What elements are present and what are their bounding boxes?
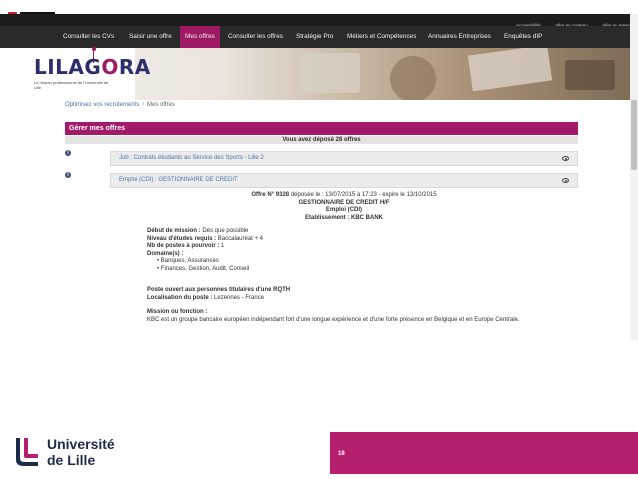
nav-item-consulter-offres[interactable]: Consulter les offres (228, 26, 283, 48)
logo-text-part: LILAG (34, 55, 102, 79)
positions-label: Nb de postes à pourvoir : (147, 243, 220, 249)
mission-text: KBC est un groupe bancaire européen indé… (147, 316, 520, 323)
browser-chrome (0, 0, 638, 14)
main-content: Optimisez vos recrutements / Mes offres Gé… (55, 100, 580, 340)
offer-title[interactable]: Job : Contrats étudiants au Service des … (119, 155, 264, 161)
offer-title-detail: GESTIONNAIRE DE CREDIT H/F (298, 199, 390, 206)
offer-contract: Emploi (CDI) (326, 207, 362, 213)
offer-detail: Offre N° 9328 déposée le : 13/07/2015 à … (110, 192, 578, 340)
start-label: Début de mission : (147, 228, 201, 234)
nav-item-annuaires[interactable]: Annuaires Entreprises (428, 26, 491, 48)
offer-detail-header: Offre N° 9328 déposée le : 13/07/2015 à … (110, 192, 578, 222)
domains-list: Banques, Assurances Finances, Gestion, A… (157, 258, 567, 273)
mission-label: Mission ou fonction : (147, 309, 208, 315)
eye-icon[interactable] (562, 156, 569, 161)
breadcrumb-link[interactable]: Optimisez vos recrutements (65, 102, 139, 108)
nav-item-enquetes[interactable]: Enquêtes dIP (504, 26, 542, 48)
level-label: Niveau d'études requis : (147, 235, 217, 242)
offer-deposit-info: déposée le : 13/07/2015 à 17:23 - expire… (290, 192, 437, 198)
university-name: Université de Lille (47, 436, 115, 468)
domain-item: Finances, Gestion, Audit, Conseil (157, 266, 567, 274)
nav-item-mes-offres[interactable]: Mes offres (180, 26, 220, 48)
page-scrollbar[interactable] (630, 14, 638, 340)
offer-number-line: Offre N° 9328 déposée le : 13/07/2015 à … (110, 192, 578, 200)
offer-detail-body: Début de mission : Dès que possible Nive… (147, 228, 567, 324)
offer-title[interactable]: Emploi (CDI) : GESTIONNAIRE DE CREDIT (119, 177, 238, 183)
rqth-note: Poste ouvert aux personnes titulaires d'… (147, 287, 291, 293)
banner-photo-shape (390, 56, 436, 100)
domains-label: Domaine(s) : (147, 250, 184, 257)
footer-bar (330, 432, 638, 474)
banner-photo-shape (300, 53, 360, 93)
nav-item-consulter-cvs[interactable]: Consulter les CVs (63, 26, 114, 48)
page-number: 18 (338, 451, 345, 457)
offer-establishment: Etablissement : KBC BANK (304, 214, 383, 221)
level-value: Baccalauréat + 4 (217, 235, 263, 242)
utility-bar: Accessibilité Aller au contenu Aller au … (0, 14, 638, 28)
info-icon[interactable]: i (65, 172, 71, 178)
location-label: Localisation du poste : (147, 294, 213, 301)
offer-row-cdi[interactable]: Emploi (CDI) : GESTIONNAIRE DE CREDIT (110, 173, 578, 188)
domain-item: Banques, Assurances (157, 258, 567, 266)
offer-count: Vous avez déposé 28 offres (65, 136, 578, 144)
scrollbar-thumb[interactable] (631, 100, 637, 170)
breadcrumb-current: Mes offres (147, 102, 175, 108)
logo-accent-dot (92, 47, 96, 51)
breadcrumb: Optimisez vos recrutements / Mes offres (65, 102, 175, 108)
nav-item-metiers[interactable]: Métiers et Compétences (347, 26, 416, 48)
offer-number: Offre N° 9328 (251, 192, 290, 198)
logo-text-o: O (101, 55, 119, 79)
university-line1: Université (47, 436, 115, 452)
logo-text-part: RA (118, 55, 151, 79)
offer-row-job[interactable]: Job : Contrats étudiants au Service des … (110, 151, 578, 166)
main-nav: Consulter les CVs Saisir une offre Mes o… (0, 26, 638, 48)
logo-tagline: Le réseau professionnel de l'Université … (34, 80, 109, 90)
banner-photo-shape (467, 48, 553, 92)
university-line2: de Lille (47, 452, 96, 468)
site-logo[interactable]: LILAGORA (34, 55, 151, 79)
nav-item-saisir-offre[interactable]: Saisir une offre (129, 26, 172, 48)
location-value: Lezennes - France (214, 294, 265, 301)
eye-icon[interactable] (562, 178, 569, 183)
section-title: Gérer mes offres (65, 122, 578, 135)
banner-photo-shape (565, 60, 615, 90)
nav-item-strategie-pro[interactable]: Stratégie Pro (296, 26, 333, 48)
university-logo-icon (16, 438, 38, 466)
info-icon[interactable]: i (65, 150, 71, 156)
breadcrumb-separator: / (142, 102, 145, 108)
start-value: Dès que possible (202, 228, 249, 234)
positions-value: 1 (221, 243, 225, 249)
